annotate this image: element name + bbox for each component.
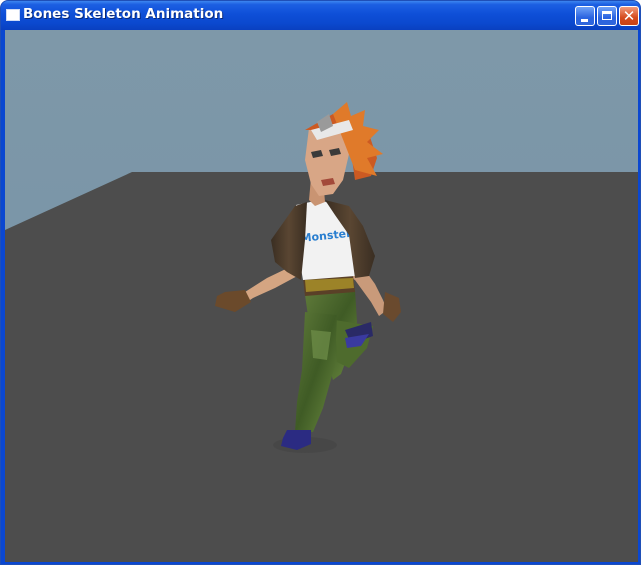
maximize-button[interactable] <box>597 6 617 26</box>
window-title: Bones Skeleton Animation <box>23 6 224 22</box>
3d-viewport[interactable]: Monster <box>5 30 638 562</box>
minimize-button[interactable] <box>575 6 595 26</box>
scene-render: Monster <box>5 30 638 562</box>
maximize-icon <box>602 11 612 20</box>
window-app-icon[interactable] <box>6 9 20 21</box>
title-bar[interactable]: Bones Skeleton Animation ✕ <box>1 1 640 30</box>
minimize-icon <box>581 19 588 22</box>
app-window: Bones Skeleton Animation ✕ Monster <box>0 0 641 565</box>
close-icon: ✕ <box>622 7 636 25</box>
close-button[interactable]: ✕ <box>619 6 639 26</box>
